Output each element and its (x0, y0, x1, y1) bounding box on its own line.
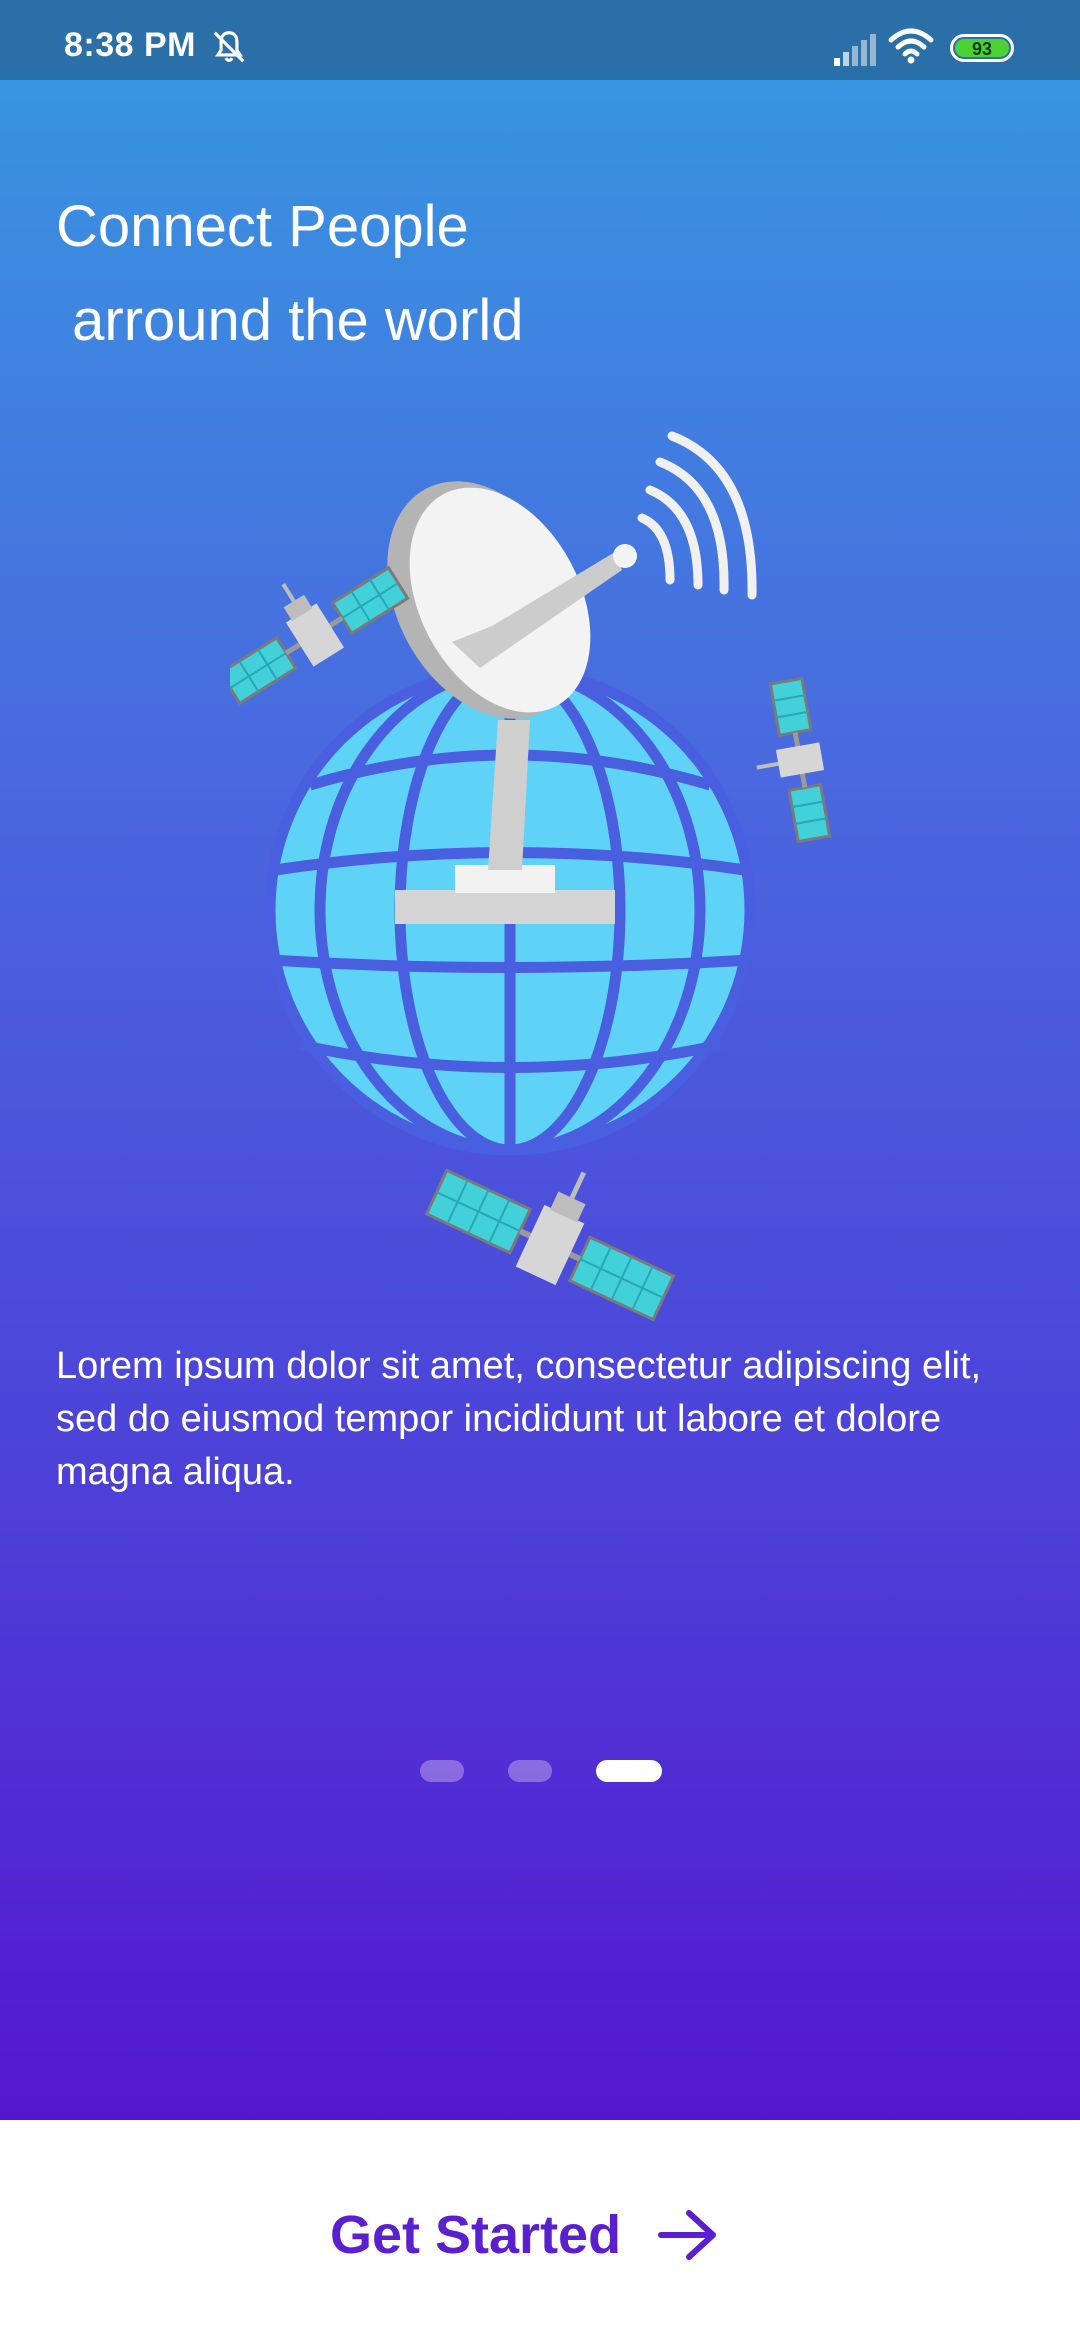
wifi-icon (888, 28, 934, 64)
signal-waves-icon (637, 431, 757, 600)
satellite-globe-illustration (230, 431, 832, 1322)
battery-level: 93 (955, 39, 1009, 59)
satellite-icon (230, 565, 410, 706)
status-bar: 8:38 PM 93 (0, 0, 1080, 80)
page-indicator-dot[interactable] (420, 1760, 464, 1782)
arrow-right-icon (658, 2210, 717, 2260)
onboarding-hero: Connect People arround the world Lorem i… (0, 80, 1080, 2120)
page-indicator-dot-active[interactable] (596, 1760, 662, 1782)
satellite-icon (756, 676, 832, 844)
battery-icon: 93 (950, 34, 1014, 62)
bottom-bar: Get Started (0, 2120, 1080, 2340)
onboarding-description: Lorem ipsum dolor sit amet, consectetur … (56, 1345, 982, 1493)
get-started-label: Get Started (330, 2205, 622, 2265)
mute-icon (213, 31, 245, 63)
get-started-button[interactable]: Get Started (330, 2190, 719, 2280)
signal-icon (834, 34, 876, 66)
page-indicator-dot[interactable] (508, 1760, 552, 1782)
page-indicator (0, 1760, 1080, 1784)
status-time: 8:38 PM (64, 26, 196, 64)
page-title: Connect People arround the world (56, 194, 524, 353)
onboarding-screen: 8:38 PM 93 Connect People arround the wo… (0, 0, 1080, 2340)
